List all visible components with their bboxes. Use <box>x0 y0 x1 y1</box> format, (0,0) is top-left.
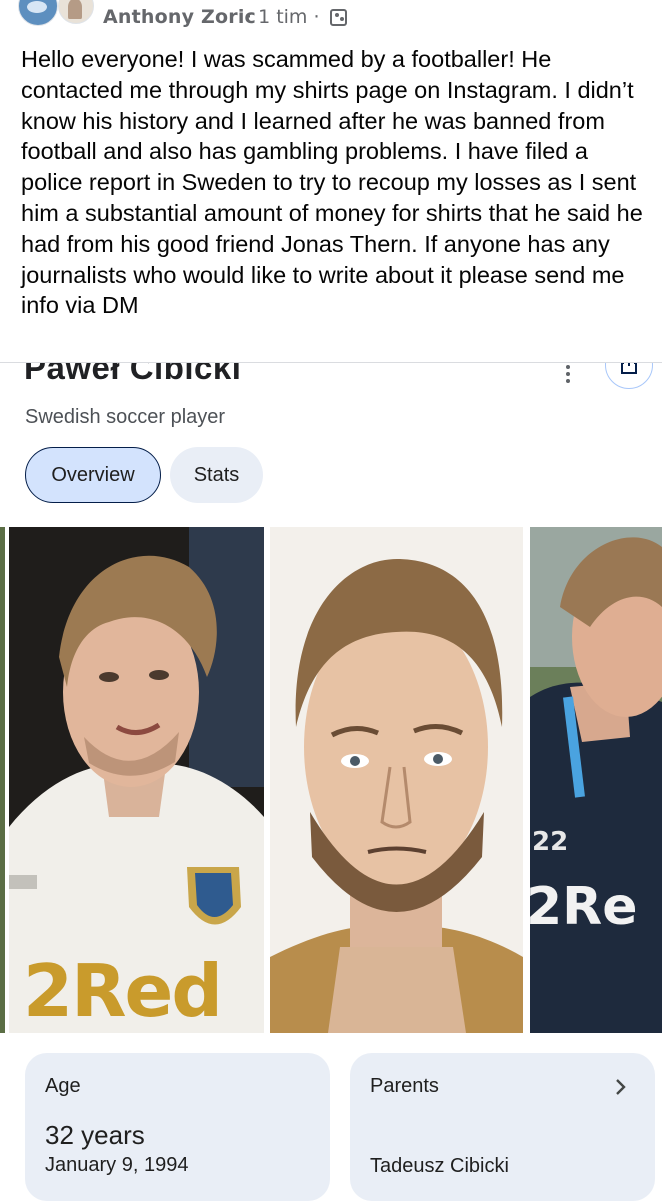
sponsor-text-3: 2Re <box>530 877 638 937</box>
post-author[interactable]: Anthony Zoric <box>103 6 256 28</box>
parents-card[interactable]: Parents Tadeusz Cibicki <box>350 1053 655 1201</box>
group-avatar[interactable] <box>18 0 58 26</box>
tab-stats[interactable]: Stats <box>170 447 263 503</box>
share-button[interactable] <box>605 363 653 389</box>
sponsor-text-1: 2Red <box>23 949 223 1033</box>
shirt-number: 22 <box>532 827 569 857</box>
post-timestamp[interactable]: · 1 tim · <box>246 6 320 28</box>
share-icon <box>621 363 637 374</box>
photo-edge <box>0 527 5 1033</box>
parent-name-link[interactable]: Tadeusz Cibicki <box>370 1155 509 1178</box>
more-vert-icon[interactable] <box>562 363 574 389</box>
parents-label: Parents <box>370 1075 439 1097</box>
tab-overview[interactable]: Overview <box>25 447 161 503</box>
author-avatar[interactable] <box>58 0 94 24</box>
age-value: 32 years <box>45 1120 145 1150</box>
player-photo-3-image <box>530 527 662 1033</box>
age-label: Age <box>45 1075 81 1097</box>
player-photo-2[interactable] <box>270 527 523 1033</box>
entity-subtitle: Swedish soccer player <box>25 406 226 428</box>
player-photo-3[interactable]: 22 2Re <box>530 527 662 1033</box>
player-photo-2-image <box>270 527 523 1033</box>
group-icon <box>330 9 347 26</box>
post-text: Hello everyone! I was scammed by a footb… <box>21 46 643 319</box>
entity-title: Paweł Cibicki <box>24 362 242 386</box>
birth-date: January 9, 1994 <box>45 1154 189 1176</box>
chevron-right-icon[interactable] <box>608 1075 632 1099</box>
knowledge-panel: Paweł Cibicki Swedish soccer player Over… <box>0 362 662 1201</box>
post-header: Anthony Zoric · 1 tim · <box>0 0 662 38</box>
player-photo-1[interactable]: 2Red <box>9 527 264 1033</box>
photo-carousel[interactable]: 2Red 22 2Re <box>0 527 662 1033</box>
age-card[interactable]: Age 32 years January 9, 1994 <box>25 1053 330 1201</box>
